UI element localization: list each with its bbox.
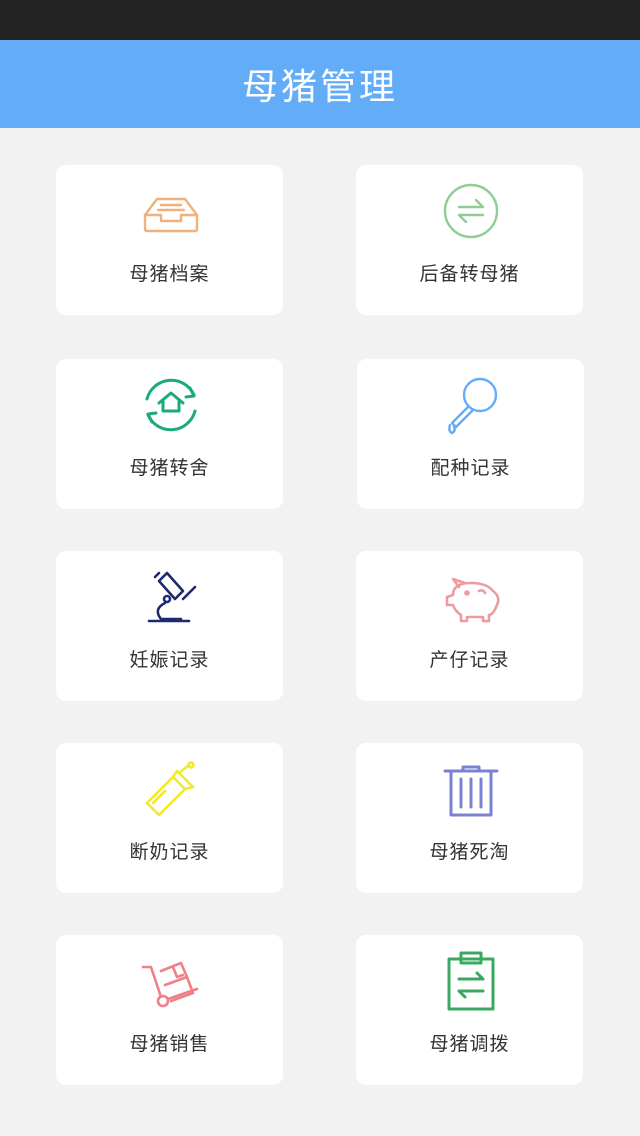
menu-card-label: 母猪档案 xyxy=(129,263,210,285)
menu-card-sow-allocation[interactable]: 母猪调拨 xyxy=(356,935,583,1085)
menu-card-sow-sales[interactable]: 母猪销售 xyxy=(56,935,283,1085)
menu-card-label: 产仔记录 xyxy=(429,649,510,671)
house-refresh-icon xyxy=(139,373,203,437)
dropper-icon xyxy=(440,373,504,437)
page-title: 母猪管理 xyxy=(241,67,398,108)
menu-card-label: 断奶记录 xyxy=(129,841,210,863)
clipboard-transfer-icon xyxy=(439,949,503,1013)
status-bar xyxy=(0,0,640,40)
menu-card-label: 母猪销售 xyxy=(129,1033,210,1055)
menu-card-weaning-record[interactable]: 断奶记录 xyxy=(56,743,283,893)
baby-bottle-icon xyxy=(139,757,203,821)
trash-icon xyxy=(439,757,503,821)
menu-card-farrowing-record[interactable]: 产仔记录 xyxy=(356,551,583,701)
menu-card-pregnancy-record[interactable]: 妊娠记录 xyxy=(56,551,283,701)
piggy-icon xyxy=(439,565,503,629)
app-header: 母猪管理 xyxy=(0,40,640,128)
exchange-circle-icon xyxy=(439,179,503,243)
menu-card-label: 母猪转舍 xyxy=(129,457,210,479)
menu-card-sow-death-cull[interactable]: 母猪死淘 xyxy=(356,743,583,893)
menu-card-breeding-record[interactable]: 配种记录 xyxy=(357,359,584,509)
inbox-tray-icon xyxy=(139,179,203,243)
menu-card-sow-transfer-house[interactable]: 母猪转舍 xyxy=(56,359,283,509)
microscope-icon xyxy=(139,565,203,629)
menu-card-reserve-to-sow[interactable]: 后备转母猪 xyxy=(356,165,583,315)
menu-card-sow-archive[interactable]: 母猪档案 xyxy=(56,165,283,315)
menu-card-label: 后备转母猪 xyxy=(419,263,520,285)
hand-truck-icon xyxy=(139,949,203,1013)
menu-card-label: 母猪死淘 xyxy=(429,841,510,863)
menu-card-label: 母猪调拨 xyxy=(429,1033,510,1055)
menu-card-label: 妊娠记录 xyxy=(129,649,210,671)
menu-card-label: 配种记录 xyxy=(430,457,511,479)
